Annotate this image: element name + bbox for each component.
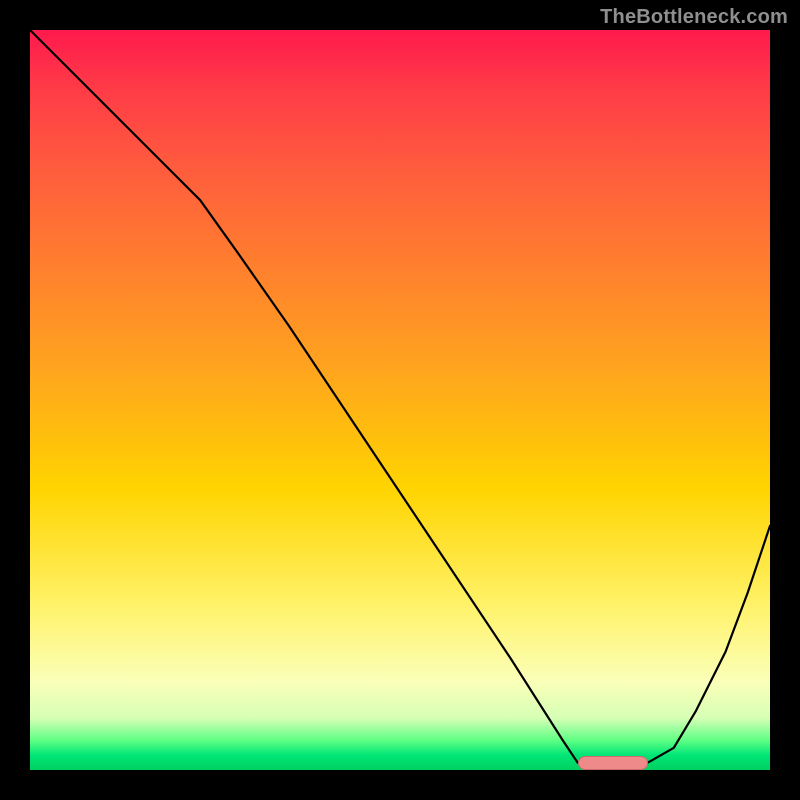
plot-area [30, 30, 770, 770]
bottleneck-curve [30, 30, 770, 763]
chart-frame: TheBottleneck.com [0, 0, 800, 800]
curve-layer [30, 30, 770, 770]
watermark-text: TheBottleneck.com [600, 6, 788, 29]
optimal-range-marker [578, 756, 648, 770]
